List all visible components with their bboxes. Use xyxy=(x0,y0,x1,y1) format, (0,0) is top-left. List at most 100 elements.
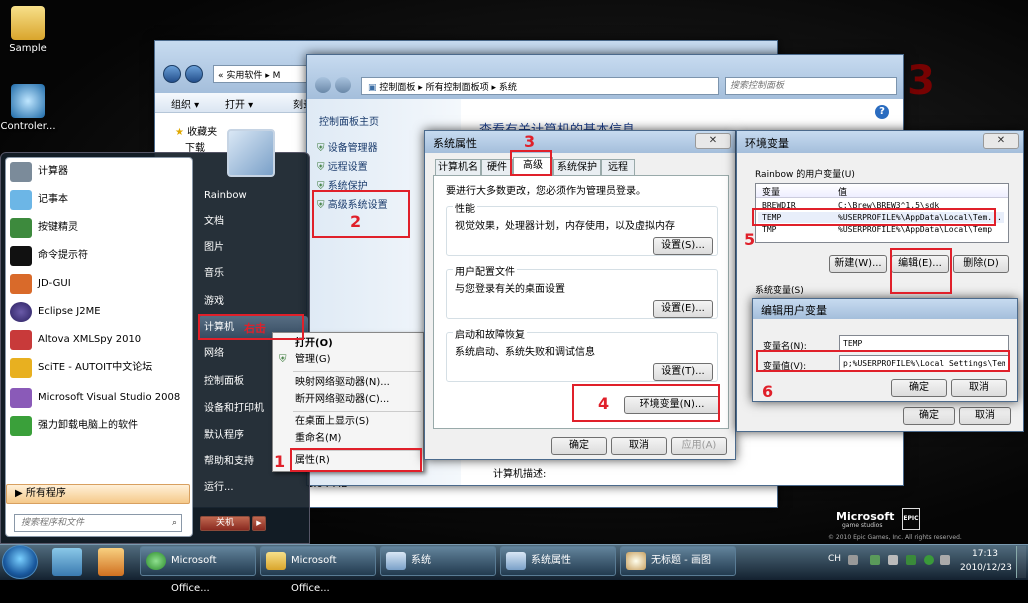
tray-app-icon[interactable] xyxy=(940,555,950,565)
clock-date[interactable]: 2010/12/23 xyxy=(960,563,1012,573)
explorer-address-bar[interactable]: « 实用软件 ▸ M xyxy=(213,65,309,83)
sidebar-advanced-settings[interactable]: ⛨ 高级系统设置 xyxy=(317,196,388,211)
control-panel-breadcrumb[interactable]: ▣ 控制面板 ▸ 所有控制面板项 ▸ 系统 xyxy=(361,77,719,95)
xmlspy-icon xyxy=(10,330,32,350)
desktop-icon-sample[interactable]: Sample xyxy=(0,6,56,54)
env-ok-button[interactable]: 确定 xyxy=(903,407,955,425)
desktop-icon-controler[interactable]: Controler... xyxy=(0,84,56,132)
start-item-eclipse[interactable]: Eclipse J2ME xyxy=(6,298,188,326)
tray-keyboard-icon[interactable] xyxy=(848,555,858,565)
delete-variable-button[interactable]: 删除(D) xyxy=(953,255,1009,273)
start-item-visual-studio[interactable]: Microsoft Visual Studio 2008 xyxy=(6,384,188,412)
user-profile-settings-button[interactable]: 设置(E)... xyxy=(653,300,713,318)
media-player-quicklaunch-icon[interactable] xyxy=(98,548,124,576)
context-manage[interactable]: ⛨ 管理(G) xyxy=(273,351,423,369)
shutdown-button[interactable]: 关机 xyxy=(200,516,250,531)
user-variables-table: 变量 值 BREWDIR C:\Brew\BREW3^1.5\sdk TEMP %U… xyxy=(755,183,1009,243)
language-indicator[interactable]: CH xyxy=(828,554,841,564)
variable-value-input[interactable] xyxy=(839,355,1009,371)
back-arrow-icon[interactable] xyxy=(163,65,181,83)
env-cancel-button[interactable]: 取消 xyxy=(959,407,1011,425)
context-disconnect-drive[interactable]: 断开网络驱动器(C)... xyxy=(273,391,423,409)
system-variables-label: 系统变量(S) xyxy=(755,286,804,296)
start-item-key-wizard[interactable]: 按键精灵 xyxy=(6,214,188,242)
apply-button[interactable]: 应用(A) xyxy=(671,437,727,455)
start-item-xmlspy[interactable]: Altova XMLSpy 2010 xyxy=(6,326,188,354)
tab-computer-name[interactable]: 计算机名 xyxy=(435,159,481,175)
clock-time[interactable]: 17:13 xyxy=(972,549,998,559)
close-button[interactable]: ✕ xyxy=(695,133,731,149)
shield-icon: ⛨ xyxy=(317,200,328,211)
context-show-desktop[interactable]: 在桌面上显示(S) xyxy=(273,413,423,431)
tray-shield-icon[interactable] xyxy=(924,555,934,565)
startup-settings-button[interactable]: 设置(T)... xyxy=(653,363,713,381)
sidebar-device-manager[interactable]: ⛨ 设备管理器 xyxy=(317,139,378,154)
sidebar-remote-settings[interactable]: ⛨ 远程设置 xyxy=(317,158,368,173)
start-search-input[interactable]: 搜索程序和文件 ⌕ xyxy=(14,514,182,532)
context-map-drive[interactable]: 映射网络驱动器(N)... xyxy=(273,374,423,392)
nav-favorites[interactable]: ★ 收藏夹 xyxy=(175,123,217,138)
table-row[interactable]: TMP %USERPROFILE%\AppData\Local\Temp xyxy=(758,224,1004,235)
cancel-button[interactable]: 取消 xyxy=(611,437,667,455)
forward-arrow-icon[interactable] xyxy=(335,77,351,93)
tray-volume-icon[interactable] xyxy=(888,555,898,565)
show-desktop-quicklaunch-icon[interactable] xyxy=(52,548,82,576)
taskbar-button-system-properties[interactable]: 系统属性 xyxy=(500,546,616,576)
environment-variables-button[interactable]: 环境变量(N)... xyxy=(624,396,720,414)
edit-ok-button[interactable]: 确定 xyxy=(891,379,947,397)
breadcrumb-item[interactable]: 控制面板 xyxy=(379,83,415,93)
organize-button[interactable]: 组织 ▾ xyxy=(171,96,199,111)
annotation-step-1: 1 xyxy=(274,452,286,471)
variable-name-input[interactable] xyxy=(839,335,1009,351)
breadcrumb-item[interactable]: 系统 xyxy=(499,83,517,93)
sidebar-system-protection[interactable]: ⛨ 系统保护 xyxy=(317,177,368,192)
all-programs[interactable]: ▶ 所有程序 xyxy=(6,484,190,504)
table-row-selected[interactable]: TEMP %USERPROFILE%\AppData\Local\Tem... xyxy=(758,212,1004,223)
start-item-scite[interactable]: SciTE - AUTOIT中文论坛 xyxy=(6,354,188,382)
context-properties[interactable]: 属性(R) xyxy=(273,452,423,470)
start-item-jd-gui[interactable]: JD-GUI xyxy=(6,270,188,298)
ok-button[interactable]: 确定 xyxy=(551,437,607,455)
edit-user-variable-dialog[interactable]: 编辑用户变量 变量名(N): 变量值(V): 确定 取消 xyxy=(752,298,1018,402)
tab-hardware[interactable]: 硬件 xyxy=(481,159,513,175)
start-item-calculator[interactable]: 计算器 xyxy=(6,158,188,186)
start-right-rainbow[interactable]: Rainbow xyxy=(198,184,308,208)
shutdown-options-arrow[interactable]: ▶ xyxy=(252,516,266,531)
context-rename[interactable]: 重命名(M) xyxy=(273,430,423,448)
start-item-cmd[interactable]: 命令提示符 xyxy=(6,242,188,270)
tray-network-icon[interactable] xyxy=(870,555,880,565)
help-icon[interactable]: ? xyxy=(875,105,889,119)
show-desktop-button[interactable] xyxy=(1016,546,1026,578)
start-button-windows-icon[interactable] xyxy=(2,545,38,579)
breadcrumb-item[interactable]: 所有控制面板项 xyxy=(426,83,489,93)
tab-advanced[interactable]: 高级 xyxy=(513,157,553,175)
forward-arrow-icon[interactable] xyxy=(185,65,203,83)
start-item-notepad[interactable]: 记事本 xyxy=(6,186,188,214)
edit-variable-button[interactable]: 编辑(E)... xyxy=(891,255,949,273)
new-variable-button[interactable]: 新建(W)... xyxy=(829,255,887,273)
tab-remote[interactable]: 远程 xyxy=(601,159,635,175)
sidebar-home[interactable]: 控制面板主页 xyxy=(319,113,379,128)
start-right-documents[interactable]: 文档 xyxy=(198,210,308,234)
notepad-icon xyxy=(10,190,32,210)
tab-system-protection[interactable]: 系统保护 xyxy=(553,159,601,175)
system-properties-dialog[interactable]: 系统属性 ✕ 计算机名 硬件 高级 系统保护 远程 要进行大多数更改，您必须作为… xyxy=(424,130,736,460)
open-button[interactable]: 打开 ▾ xyxy=(225,96,253,111)
performance-settings-button[interactable]: 设置(S)... xyxy=(653,237,713,255)
control-panel-search[interactable] xyxy=(725,77,897,95)
nav-favorites-label: 收藏夹 xyxy=(187,127,218,138)
taskbar-button-office-2[interactable]: Microsoft Office... xyxy=(260,546,376,594)
taskbar-button-system[interactable]: 系统 xyxy=(380,546,496,576)
taskbar-button-paint[interactable]: 无标题 - 画图 xyxy=(620,546,736,576)
tray-security-icon[interactable] xyxy=(906,555,916,565)
start-right-pictures[interactable]: 图片 xyxy=(198,236,308,260)
taskbar-button-office-1[interactable]: Microsoft Office... xyxy=(140,546,256,594)
table-row[interactable]: BREWDIR C:\Brew\BREW3^1.5\sdk xyxy=(758,200,1004,211)
edit-cancel-button[interactable]: 取消 xyxy=(951,379,1007,397)
close-button[interactable]: ✕ xyxy=(983,133,1019,149)
start-right-music[interactable]: 音乐 xyxy=(198,262,308,286)
start-right-run[interactable]: 运行... xyxy=(198,476,308,500)
start-right-games[interactable]: 游戏 xyxy=(198,290,308,314)
start-item-uninstaller[interactable]: 强力卸载电脑上的软件 xyxy=(6,412,188,440)
back-arrow-icon[interactable] xyxy=(315,77,331,93)
